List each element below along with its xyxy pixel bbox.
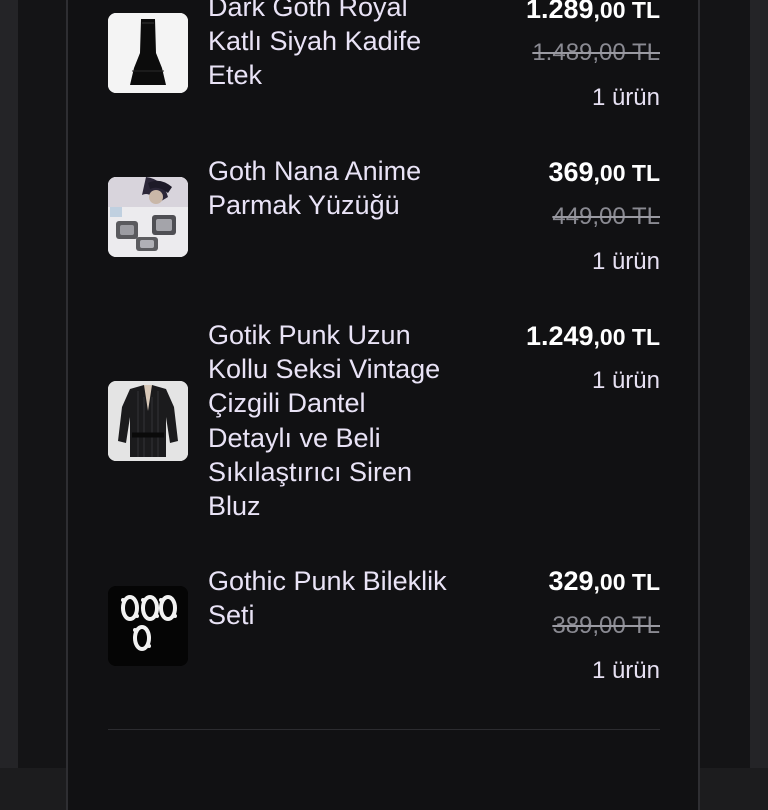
price-main: 369: [548, 157, 594, 187]
price-decimal: ,00 TL: [593, 160, 660, 186]
price-main: 1.249: [525, 321, 594, 351]
price-decimal: ,00 TL: [593, 569, 660, 595]
item-name[interactable]: Gothic Punk Bileklik Seti: [208, 564, 448, 632]
price-decimal: ,00 TL: [593, 0, 660, 23]
item-price: 329,00 TL: [548, 566, 660, 597]
item-old-price: 389,00 TL: [552, 612, 660, 639]
item-name[interactable]: Gotik Punk Uzun Kollu Seksi Vintage Çizg…: [208, 318, 448, 523]
screen-edge-left: [0, 0, 18, 768]
bracelet-image[interactable]: [108, 586, 188, 666]
item-name[interactable]: Dark Goth Royal Katlı Siyah Kadife Etek: [208, 0, 448, 93]
price-decimal: ,00 TL: [593, 324, 660, 350]
item-quantity: 1 ürün: [591, 84, 660, 111]
divider: [108, 729, 660, 730]
item-quantity: 1 ürün: [591, 248, 660, 275]
item-quantity: 1 ürün: [591, 657, 660, 684]
price-main: 1.289: [525, 0, 594, 24]
screen-edge-right: [750, 0, 768, 768]
price-main: 329: [548, 566, 594, 596]
item-old-price: 449,00 TL: [552, 203, 660, 230]
item-price: 1.289,00 TL: [526, 0, 660, 25]
ring-image[interactable]: [108, 177, 188, 257]
item-name[interactable]: Goth Nana Anime Parmak Yüzüğü: [208, 154, 448, 222]
item-price: 1.249,00 TL: [526, 321, 660, 352]
blouse-image[interactable]: [108, 381, 188, 461]
skirt-image[interactable]: [108, 13, 188, 93]
item-quantity: 1 ürün: [591, 367, 660, 394]
item-price: 369,00 TL: [548, 157, 660, 188]
item-old-price: 1.489,00 TL: [532, 39, 660, 66]
